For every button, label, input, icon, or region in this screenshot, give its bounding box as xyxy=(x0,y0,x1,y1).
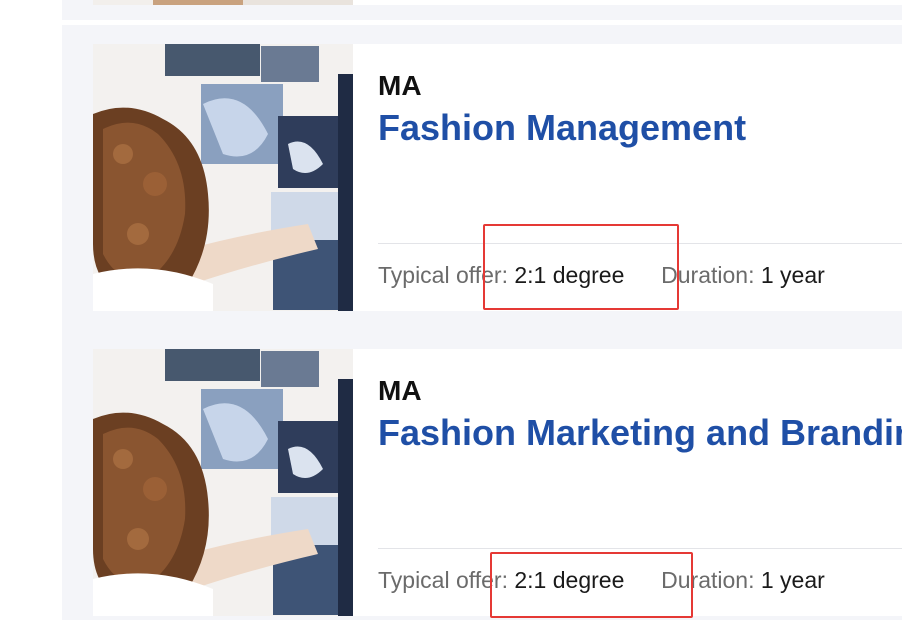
card-divider xyxy=(378,548,902,549)
course-level: MA xyxy=(378,375,422,406)
course-thumbnail-image xyxy=(93,44,353,311)
course-list-page: MA Fashion Management Typical offer: 2:1… xyxy=(0,0,902,620)
course-card-previous[interactable] xyxy=(93,0,902,5)
duration-value: 1 year xyxy=(760,262,825,288)
course-title-link[interactable]: Fashion Marketing and Branding xyxy=(378,411,902,454)
highlight-box-offer-2 xyxy=(490,552,693,618)
course-title-link[interactable]: Fashion Management xyxy=(378,106,746,149)
typical-offer-label: Typical offer: xyxy=(378,567,508,593)
duration-value: 1 year xyxy=(760,567,825,593)
course-thumbnail[interactable] xyxy=(93,0,353,5)
course-level: MA xyxy=(378,70,422,101)
course-thumbnail[interactable] xyxy=(93,44,353,311)
highlight-box-offer-1 xyxy=(483,224,679,310)
course-thumbnail-image xyxy=(93,349,353,616)
course-thumbnail[interactable] xyxy=(93,349,353,616)
